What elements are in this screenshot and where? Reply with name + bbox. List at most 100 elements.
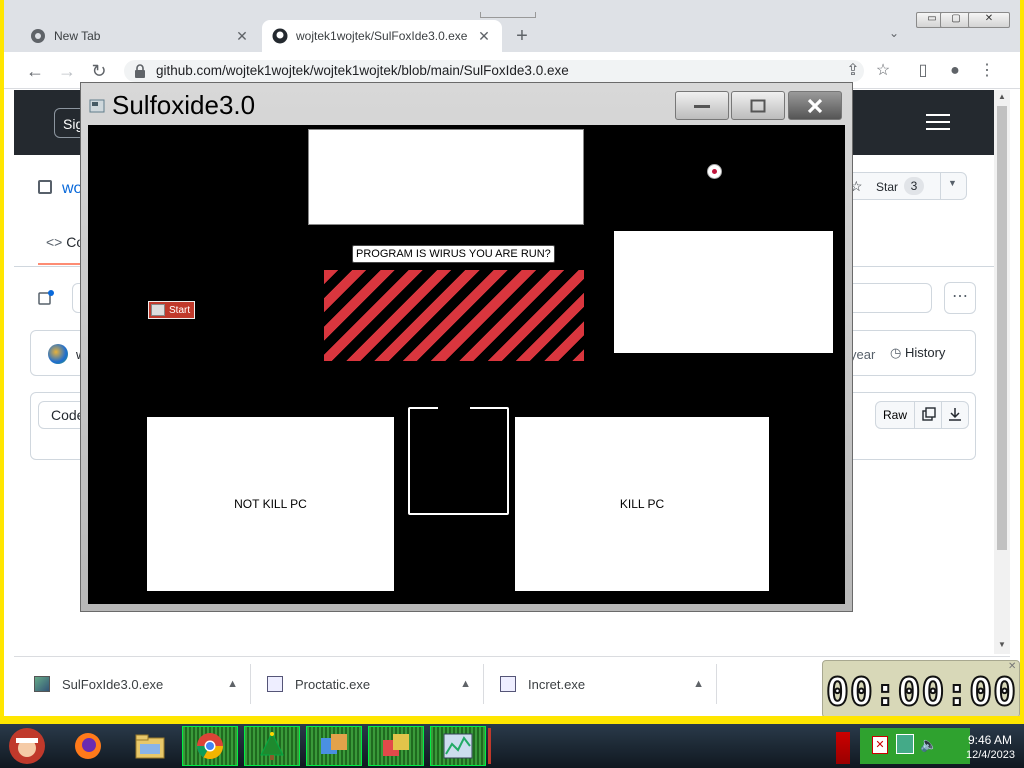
menu-kebab-icon[interactable]: ⋮ (976, 60, 998, 82)
not-kill-pc-button[interactable]: NOT KILL PC (147, 417, 394, 591)
screen-border (0, 716, 1024, 724)
github-icon (272, 28, 288, 44)
minimize-icon (694, 104, 710, 108)
window-title: Sulfoxide3.0 (112, 90, 256, 120)
close-tab-icon[interactable]: ✕ (234, 28, 250, 45)
divider (483, 664, 484, 704)
clock-date[interactable]: 12/4/2023 (966, 749, 1015, 761)
network-icon[interactable] (896, 734, 914, 754)
action-center-flag-icon[interactable]: ✕ (872, 736, 888, 754)
window-app-taskbar-icon[interactable] (306, 726, 362, 766)
show-hidden-icons-icon[interactable] (836, 732, 850, 764)
screen-border (1020, 0, 1024, 724)
exe-file-icon (267, 676, 283, 692)
divider (716, 664, 717, 704)
side-panel-icon[interactable]: ▯ (912, 60, 934, 82)
tab-code[interactable]: <> Co (46, 234, 84, 250)
frame-gap (438, 405, 470, 409)
scrollbar-thumb[interactable] (997, 106, 1007, 550)
file-tree-icon[interactable] (38, 290, 54, 306)
close-tab-icon[interactable]: ✕ (476, 28, 492, 45)
chevron-up-icon[interactable]: ▲ (460, 678, 471, 690)
tab-github-file[interactable]: wojtek1wojtek/SulFoxIde3.0.exe ✕ (262, 20, 502, 52)
virus-prompt-label: PROGRAM IS WIRUS YOU ARE RUN? (352, 245, 555, 263)
history-link[interactable]: ◷ History (890, 345, 945, 361)
window-app-taskbar-icon[interactable] (368, 726, 424, 766)
tree-app-taskbar-icon[interactable] (244, 726, 300, 766)
scroll-up-arrow-icon[interactable]: ▲ (996, 92, 1008, 102)
tab-new-tab[interactable]: New Tab ✕ (20, 20, 260, 52)
star-divider (940, 173, 941, 199)
tab-title: New Tab (54, 29, 101, 43)
raw-button[interactable]: Raw (875, 401, 915, 429)
taskbar-divider (488, 728, 491, 764)
task-manager-taskbar-icon[interactable] (430, 726, 486, 766)
history-icon: ◷ (890, 345, 902, 360)
tab-search-chevron-icon[interactable]: ⌄ (884, 26, 904, 46)
minimize-button[interactable] (675, 91, 729, 120)
start-app-icon (151, 304, 165, 316)
download-item[interactable]: Proctatic.exe ▲ (267, 664, 483, 704)
app-icon (89, 98, 105, 114)
maximize-icon (750, 99, 766, 112)
download-filename: Incret.exe (528, 676, 586, 692)
chevron-up-icon[interactable]: ▲ (227, 678, 238, 690)
close-window-button[interactable]: ✕ (968, 12, 1010, 28)
star-label: Star (876, 180, 899, 194)
star-count: 3 (904, 177, 924, 195)
forward-arrow-icon[interactable]: → (56, 60, 78, 82)
share-icon[interactable]: ⇪ (842, 60, 864, 82)
code-icon: <> (46, 234, 63, 250)
divider (250, 664, 251, 704)
close-button[interactable] (788, 91, 842, 120)
maximize-button[interactable] (731, 91, 785, 120)
tab-underline (38, 263, 82, 265)
bookmark-star-icon[interactable]: ☆ (872, 60, 894, 82)
firefox-taskbar-icon[interactable] (60, 726, 116, 766)
download-item[interactable]: SulFoxIde3.0.exe ▲ (34, 664, 250, 704)
hamburger-menu-icon[interactable] (926, 114, 950, 130)
more-options-icon[interactable]: ⋯ (944, 282, 976, 314)
repo-icon (38, 180, 52, 194)
santa-start-icon (9, 728, 45, 764)
timer-close-icon[interactable]: ✕ (1008, 662, 1018, 672)
exe-file-icon (500, 676, 516, 692)
star-dropdown-icon[interactable]: ▼ (948, 178, 957, 188)
lock-icon[interactable] (134, 64, 146, 78)
start-button[interactable] (0, 726, 54, 766)
close-icon (807, 98, 823, 113)
exe-file-icon (34, 676, 50, 692)
kill-pc-button[interactable]: KILL PC (515, 417, 769, 591)
download-filename: Proctatic.exe (295, 676, 371, 692)
timer-readout: 00:00:00 (825, 669, 1018, 715)
copy-icon[interactable] (914, 401, 942, 429)
screen-border (0, 0, 4, 724)
start-button[interactable]: Start (148, 301, 195, 319)
reload-icon[interactable]: ↻ (88, 60, 110, 82)
star-button[interactable]: ☆ Star 3 ▼ (843, 172, 967, 200)
profile-avatar-icon[interactable]: ● (944, 60, 966, 82)
clock-time[interactable]: 9:46 AM (968, 733, 1012, 747)
back-arrow-icon[interactable]: ← (24, 60, 46, 82)
new-tab-button[interactable]: + (510, 24, 534, 48)
tab-title: wojtek1wojtek/SulFoxIde3.0.exe (296, 29, 468, 43)
chrome-taskbar-icon[interactable] (182, 726, 238, 766)
download-icon[interactable] (941, 401, 969, 429)
download-item[interactable]: Incret.exe ▲ (500, 664, 716, 704)
download-filename: SulFoxIde3.0.exe (62, 676, 164, 692)
url-text[interactable]: github.com/wojtek1wojtek/wojtek1wojtek/b… (156, 63, 569, 78)
file-explorer-taskbar-icon[interactable] (122, 726, 178, 766)
record-dot-icon (712, 169, 717, 174)
scroll-down-arrow-icon[interactable]: ▼ (996, 640, 1008, 650)
outline-frame (408, 407, 509, 515)
blank-panel (308, 129, 584, 225)
avatar[interactable] (48, 344, 68, 364)
system-tray: ✕ 🔈 (860, 728, 970, 764)
chrome-icon (30, 28, 46, 44)
hazard-stripes-banner (324, 270, 584, 361)
blank-panel (614, 231, 833, 353)
volume-icon[interactable]: 🔈 (920, 736, 937, 753)
code-view-button[interactable]: Code (38, 401, 86, 429)
drag-handle (480, 12, 536, 18)
chevron-up-icon[interactable]: ▲ (693, 678, 704, 690)
